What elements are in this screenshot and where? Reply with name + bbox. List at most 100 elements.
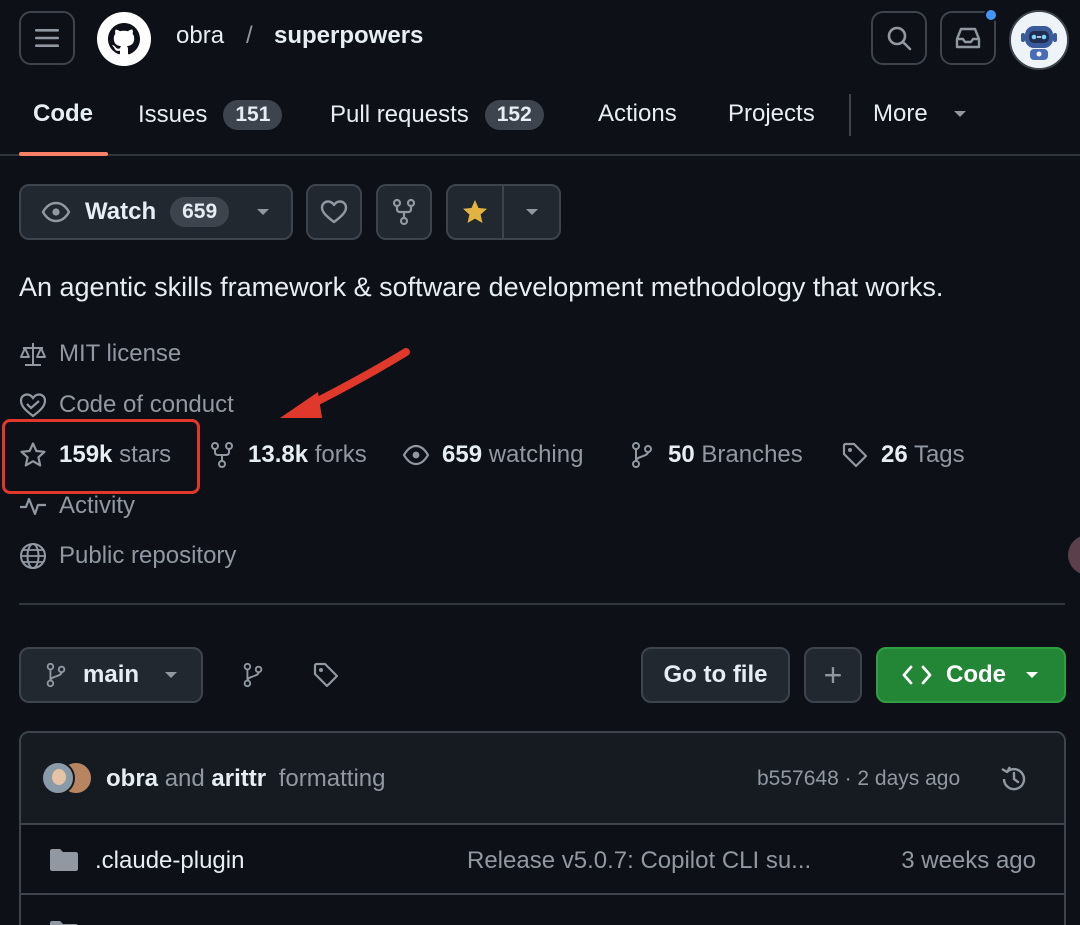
eye-icon <box>41 201 71 223</box>
file-date: 3 weeks ago <box>901 847 1036 874</box>
commit-avatars[interactable] <box>41 761 95 797</box>
top-bar: obra / superpowers <box>0 0 1080 78</box>
activity-link[interactable]: Activity <box>19 492 135 520</box>
commit-message-link[interactable]: formatting <box>279 765 386 792</box>
license-label: MIT license <box>59 340 182 367</box>
plus-icon: + <box>823 657 843 693</box>
watching-label: watching <box>488 441 584 468</box>
star-list-dropdown[interactable] <box>504 186 559 238</box>
github-repo-page: obra / superpowers Code Issues 151 Pull … <box>0 0 1080 925</box>
file-name-link[interactable]: .claude-plugin <box>95 847 244 875</box>
file-browser: obra and arittr formatting b557648 · 2 d… <box>19 731 1066 925</box>
visibility-label: Public repository <box>59 542 237 569</box>
add-file-button[interactable]: + <box>804 647 862 703</box>
search-icon <box>887 26 912 51</box>
activity-label: Activity <box>59 492 136 519</box>
watch-label: Watch <box>85 198 157 225</box>
visibility-info: Public repository <box>19 542 236 570</box>
folder-icon <box>50 921 78 925</box>
tab-divider <box>849 94 851 136</box>
star-filled-icon <box>463 200 487 223</box>
law-scale-icon <box>20 343 46 366</box>
commit-hash-time[interactable]: b557648 · 2 days ago <box>757 767 960 791</box>
watch-button[interactable]: Watch 659 <box>19 184 293 240</box>
fork-icon <box>211 442 233 468</box>
code-of-conduct-link[interactable]: Code of conduct <box>19 391 234 419</box>
tab-projects[interactable]: Projects <box>728 100 815 128</box>
tab-pull-requests-label: Pull requests <box>330 101 469 128</box>
tab-issues[interactable]: Issues 151 <box>138 100 283 130</box>
tab-issues-label: Issues <box>138 101 208 128</box>
issues-counter: 151 <box>223 100 283 130</box>
tags-link[interactable]: 26 Tags <box>841 441 965 469</box>
commit-authors: obra and arittr formatting <box>106 765 385 793</box>
repo-owner-link[interactable]: obra <box>176 22 224 50</box>
tag-icon[interactable] <box>312 661 340 689</box>
commit-author-link[interactable]: obra <box>106 765 158 792</box>
repo-name-link[interactable]: superpowers <box>274 22 423 50</box>
branches-label: Branches <box>701 441 803 468</box>
user-avatar[interactable] <box>1009 10 1069 70</box>
floating-help-button[interactable] <box>1068 535 1080 575</box>
commit-author-link[interactable]: arittr <box>211 765 266 792</box>
forks-count: 13.8k <box>248 441 309 468</box>
tab-pull-requests[interactable]: Pull requests 152 <box>330 100 544 130</box>
file-row[interactable]: .claude-plugin Release v5.0.7: Copilot C… <box>21 825 1064 895</box>
highlight-box <box>2 419 200 494</box>
commit-conjunction: and <box>164 765 205 792</box>
branches-link[interactable]: 50 Branches <box>628 441 803 469</box>
git-branch-icon <box>632 442 652 468</box>
go-to-file-button[interactable]: Go to file <box>641 647 790 703</box>
go-to-file-label: Go to file <box>663 661 768 688</box>
star-button-group <box>446 184 561 240</box>
file-commit-message[interactable]: Release v5.0.7: Copilot CLI su... <box>467 847 811 875</box>
active-tab-indicator <box>19 152 108 156</box>
watchers-link[interactable]: 659 watching <box>402 441 583 469</box>
robot-avatar-icon <box>1011 12 1067 68</box>
sponsor-button[interactable] <box>306 184 362 240</box>
code-of-conduct-label: Code of conduct <box>59 391 234 418</box>
heart-icon <box>320 200 348 224</box>
repo-description: An agentic skills framework & software d… <box>19 272 944 302</box>
globe-icon <box>20 543 46 569</box>
folder-icon <box>50 849 78 871</box>
github-logo-icon[interactable] <box>96 11 152 67</box>
tab-code-label: Code <box>33 100 93 127</box>
inbox-icon <box>955 27 981 49</box>
tab-more-label: More <box>873 100 928 127</box>
star-button[interactable] <box>448 186 504 238</box>
caret-down-icon <box>1026 672 1038 678</box>
tab-more[interactable]: More <box>873 100 968 128</box>
file-row[interactable] <box>21 897 1064 925</box>
tag-icon <box>842 442 868 468</box>
watching-count: 659 <box>442 441 483 468</box>
tags-label: Tags <box>913 441 965 468</box>
tab-actions-label: Actions <box>598 100 677 127</box>
branches-icon[interactable] <box>240 661 266 689</box>
eye-icon <box>402 444 430 466</box>
fork-button[interactable] <box>376 184 432 240</box>
code-brackets-icon <box>902 665 932 685</box>
pulse-icon <box>20 497 46 516</box>
annotation-arrow-icon <box>280 348 410 418</box>
tags-count: 26 <box>881 441 908 468</box>
license-link[interactable]: MIT license <box>19 340 181 368</box>
tab-actions[interactable]: Actions <box>598 100 677 128</box>
menu-button[interactable] <box>19 11 75 65</box>
code-of-conduct-icon <box>19 393 47 418</box>
code-button[interactable]: Code <box>876 647 1066 703</box>
hamburger-icon <box>35 29 59 47</box>
git-branch-icon <box>46 662 66 688</box>
notification-dot <box>984 8 998 22</box>
caret-down-icon <box>525 209 538 215</box>
section-divider <box>19 603 1065 605</box>
search-button[interactable] <box>871 11 927 65</box>
avatar <box>41 761 75 795</box>
latest-commit-row: obra and arittr formatting b557648 · 2 d… <box>21 733 1064 825</box>
history-icon[interactable] <box>999 764 1029 794</box>
path-separator: / <box>246 22 253 49</box>
fork-icon <box>392 198 416 226</box>
branch-selector[interactable]: main <box>19 647 203 703</box>
forks-link[interactable]: 13.8k forks <box>208 441 367 469</box>
tab-code[interactable]: Code <box>33 100 93 128</box>
